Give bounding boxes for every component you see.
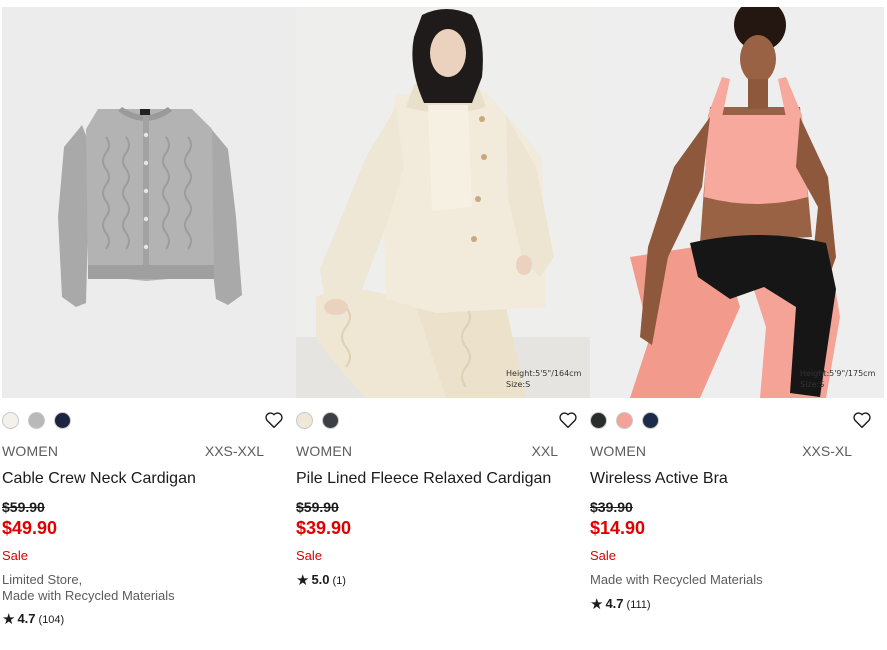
sale-label: Sale	[590, 548, 617, 563]
star-icon: ★	[296, 572, 310, 589]
star-icon: ★	[590, 596, 604, 613]
review-count: (1)	[332, 575, 346, 587]
product-name[interactable]: Cable Crew Neck Cardigan	[2, 470, 196, 488]
color-swatch[interactable]	[322, 412, 339, 429]
product-name[interactable]: Pile Lined Fleece Relaxed Cardigan	[296, 470, 551, 488]
color-swatch[interactable]	[590, 412, 607, 429]
color-swatch[interactable]	[54, 412, 71, 429]
product-image[interactable]: Height:5'9"/175cm Size:S	[590, 7, 884, 398]
product-gender: WOMEN	[590, 443, 647, 459]
product-grid: WOMEN XXS-XXL Cable Crew Neck Cardigan $…	[2, 7, 886, 647]
sale-label: Sale	[2, 548, 29, 563]
product-rating: ★ 4.7 (104)	[2, 610, 65, 628]
rating-score: 4.7	[605, 596, 624, 611]
color-swatches	[296, 412, 526, 430]
review-count: (111)	[626, 599, 651, 611]
product-gender: WOMEN	[2, 443, 59, 459]
color-swatch[interactable]	[28, 412, 45, 429]
product-rating: ★ 5.0 (1)	[296, 571, 346, 589]
sale-price: $14.90	[590, 518, 646, 538]
heart-outline-icon[interactable]	[264, 411, 284, 429]
product-image[interactable]: Height:5'5"/164cm Size:S	[296, 7, 590, 398]
heart-outline-icon[interactable]	[558, 411, 578, 429]
fleece-cardigan-photo	[296, 7, 590, 398]
model-height: Height:5'9"/175cm	[800, 369, 876, 378]
product-name[interactable]: Wireless Active Bra	[590, 470, 728, 488]
product-sizes: XXS-XL	[802, 443, 852, 459]
product-note: Limited Store, Made with Recycled Materi…	[2, 572, 175, 604]
review-count: (104)	[38, 614, 65, 626]
product-note: Made with Recycled Materials	[590, 572, 763, 588]
original-price: $59.90	[2, 499, 45, 515]
product-gender: WOMEN	[296, 443, 353, 459]
product-note-line: Made with Recycled Materials	[2, 588, 175, 603]
model-size: Size:S	[506, 380, 531, 389]
product-note-line: Limited Store,	[2, 572, 83, 587]
heart-outline-icon[interactable]	[852, 411, 872, 429]
product-rating: ★ 4.7 (111)	[590, 595, 651, 613]
sale-label: Sale	[296, 548, 323, 563]
product-card[interactable]: Height:5'5"/164cm Size:S WOMEN XXL Pile …	[296, 7, 590, 647]
color-swatch[interactable]	[296, 412, 313, 429]
rating-score: 5.0	[311, 572, 330, 587]
color-swatches	[590, 412, 820, 430]
color-swatches	[2, 412, 232, 430]
sale-price: $39.90	[296, 518, 352, 538]
color-swatch[interactable]	[2, 412, 19, 429]
product-sizes: XXS-XXL	[204, 443, 264, 459]
original-price: $59.90	[296, 499, 339, 515]
model-height: Height:5'5"/164cm	[506, 369, 582, 378]
cardigan-photo	[2, 7, 296, 398]
product-note-line: Made with Recycled Materials	[590, 572, 763, 587]
model-size-caption: Height:5'5"/164cm Size:S	[506, 368, 581, 390]
product-card[interactable]: Height:5'9"/175cm Size:S WOMEN XXS-XL Wi…	[590, 7, 884, 647]
star-icon: ★	[2, 611, 16, 628]
product-sizes: XXL	[531, 443, 558, 459]
model-size: Size:S	[800, 380, 825, 389]
color-swatch[interactable]	[616, 412, 633, 429]
product-card[interactable]: WOMEN XXS-XXL Cable Crew Neck Cardigan $…	[2, 7, 296, 647]
original-price: $39.90	[590, 499, 633, 515]
active-bra-photo	[590, 7, 884, 398]
product-image[interactable]	[2, 7, 296, 398]
rating-score: 4.7	[17, 611, 36, 626]
color-swatch[interactable]	[642, 412, 659, 429]
model-size-caption: Height:5'9"/175cm Size:S	[800, 368, 875, 390]
sale-price: $49.90	[2, 518, 58, 538]
